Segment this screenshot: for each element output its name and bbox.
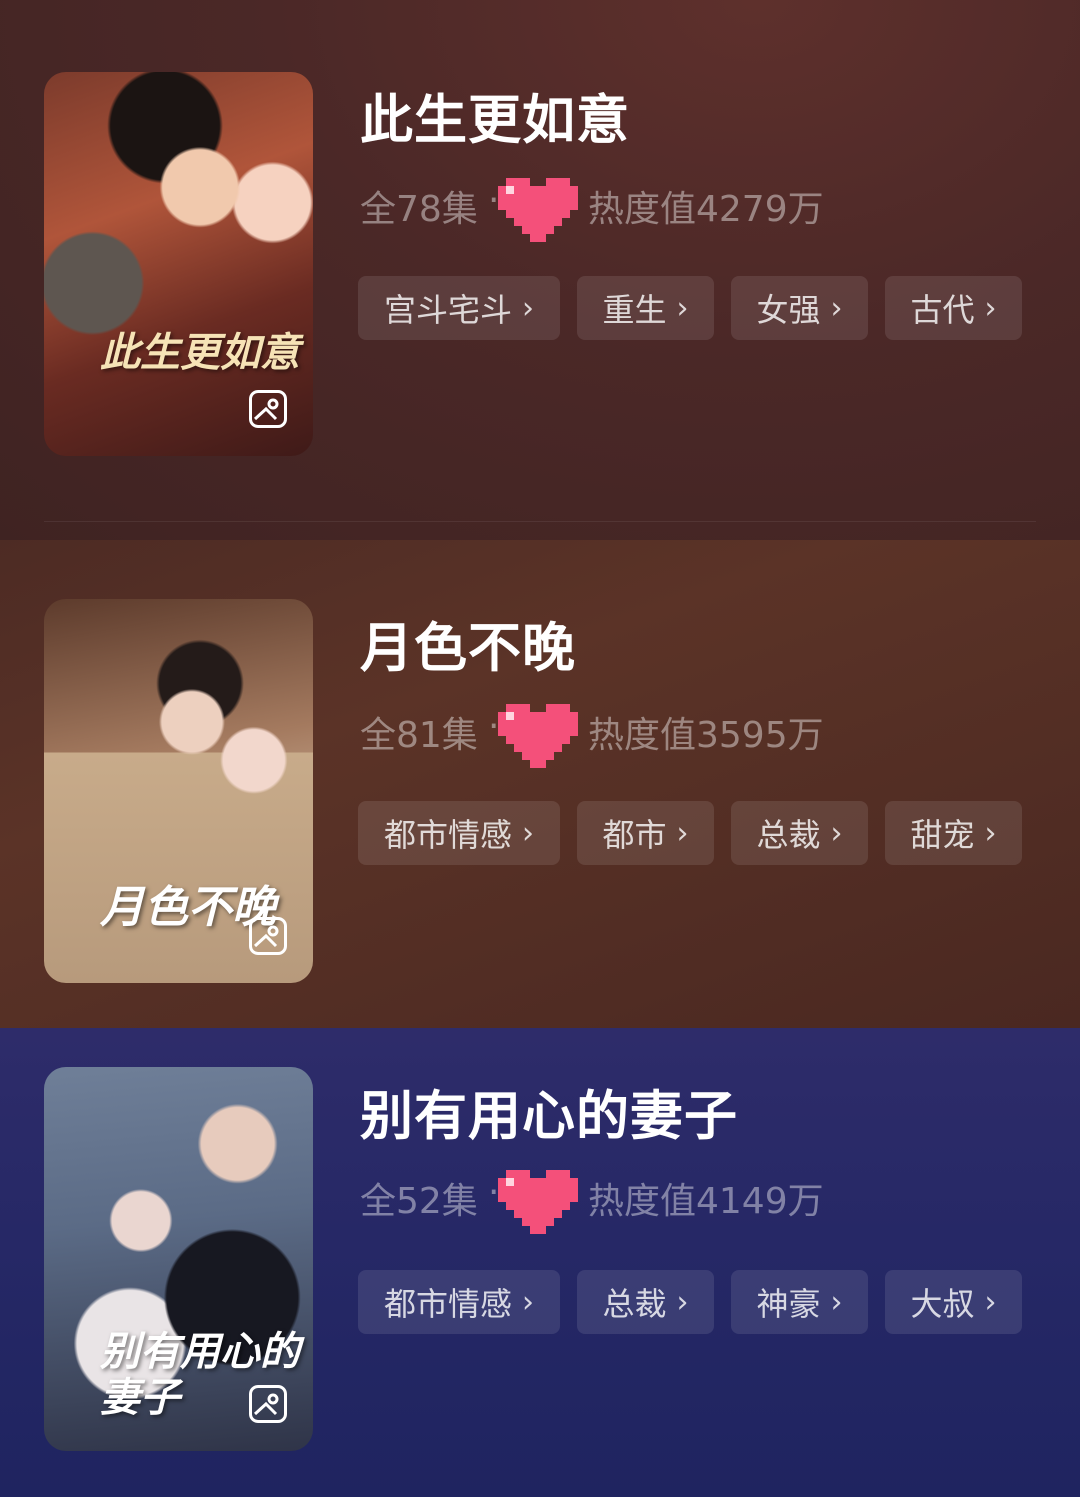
tag-chip[interactable]: 总裁 › bbox=[577, 1270, 714, 1334]
image-gallery-icon bbox=[249, 917, 287, 955]
tag-list: 宫斗宅斗 › 重生 › 女强 › 古代 › bbox=[358, 276, 1022, 340]
tag-list: 都市情感 › 总裁 › 神豪 › 大叔 › bbox=[358, 1270, 1022, 1334]
tag-chip[interactable]: 女强 › bbox=[731, 276, 868, 340]
chevron-right-icon: › bbox=[830, 290, 843, 326]
tag-chip[interactable]: 都市情感 › bbox=[358, 1270, 560, 1334]
tag-chip[interactable]: 古代 › bbox=[885, 276, 1022, 340]
divider bbox=[44, 521, 1036, 522]
tag-chip[interactable]: 总裁 › bbox=[731, 801, 868, 865]
drama-card[interactable]: 此生更如意 此生更如意 全78集 · 热度值4279万 宫斗宅斗 › 重生 › 女强… bbox=[0, 0, 1080, 540]
chevron-right-icon: › bbox=[984, 815, 997, 851]
chevron-right-icon: › bbox=[984, 1284, 997, 1320]
drama-card[interactable]: 月色不晚 月色不晚 全81集 · 热度值3595万 都市情感 › 都市 › 总裁 › … bbox=[0, 540, 1080, 1028]
drama-poster[interactable]: 月色不晚 bbox=[44, 599, 313, 983]
pixel-heart-icon bbox=[498, 1170, 578, 1234]
heat-value: 热度值4149万 bbox=[588, 1181, 824, 1222]
chevron-right-icon: › bbox=[984, 290, 997, 326]
drama-poster[interactable]: 此生更如意 bbox=[44, 72, 313, 456]
chevron-right-icon: › bbox=[676, 1284, 689, 1320]
chevron-right-icon: › bbox=[830, 1284, 843, 1320]
drama-poster[interactable]: 别有用心的妻子 bbox=[44, 1067, 313, 1451]
tag-chip[interactable]: 重生 › bbox=[577, 276, 714, 340]
tag-chip[interactable]: 都市情感 › bbox=[358, 801, 560, 865]
drama-title[interactable]: 此生更如意 bbox=[360, 78, 630, 154]
drama-card[interactable]: 别有用心的妻子 别有用心的妻子 全52集 · 热度值4149万 都市情感 › 总裁… bbox=[0, 1028, 1080, 1497]
image-gallery-icon bbox=[249, 390, 287, 428]
pixel-heart-icon bbox=[498, 704, 578, 768]
poster-title-art: 此生更如意 bbox=[100, 329, 300, 376]
tag-list: 都市情感 › 都市 › 总裁 › 甜宠 › bbox=[358, 801, 1022, 865]
episode-count: 全52集 bbox=[360, 1181, 478, 1222]
tag-chip[interactable]: 宫斗宅斗 › bbox=[358, 276, 560, 340]
chevron-right-icon: › bbox=[522, 1284, 534, 1320]
chevron-right-icon: › bbox=[522, 290, 534, 326]
tag-chip[interactable]: 甜宠 › bbox=[885, 801, 1022, 865]
drama-title[interactable]: 别有用心的妻子 bbox=[360, 1074, 738, 1150]
tag-chip[interactable]: 神豪 › bbox=[731, 1270, 868, 1334]
chevron-right-icon: › bbox=[830, 815, 843, 851]
drama-title[interactable]: 月色不晚 bbox=[360, 606, 576, 682]
heat-value: 热度值3595万 bbox=[588, 715, 824, 756]
episode-count: 全78集 bbox=[360, 189, 478, 230]
episode-count: 全81集 bbox=[360, 715, 478, 756]
image-gallery-icon bbox=[249, 1385, 287, 1423]
chevron-right-icon: › bbox=[676, 290, 689, 326]
tag-chip[interactable]: 都市 › bbox=[577, 801, 714, 865]
pixel-heart-icon bbox=[498, 178, 578, 242]
chevron-right-icon: › bbox=[522, 815, 534, 851]
heat-value: 热度值4279万 bbox=[588, 189, 824, 230]
tag-chip[interactable]: 大叔 › bbox=[885, 1270, 1022, 1334]
chevron-right-icon: › bbox=[676, 815, 689, 851]
